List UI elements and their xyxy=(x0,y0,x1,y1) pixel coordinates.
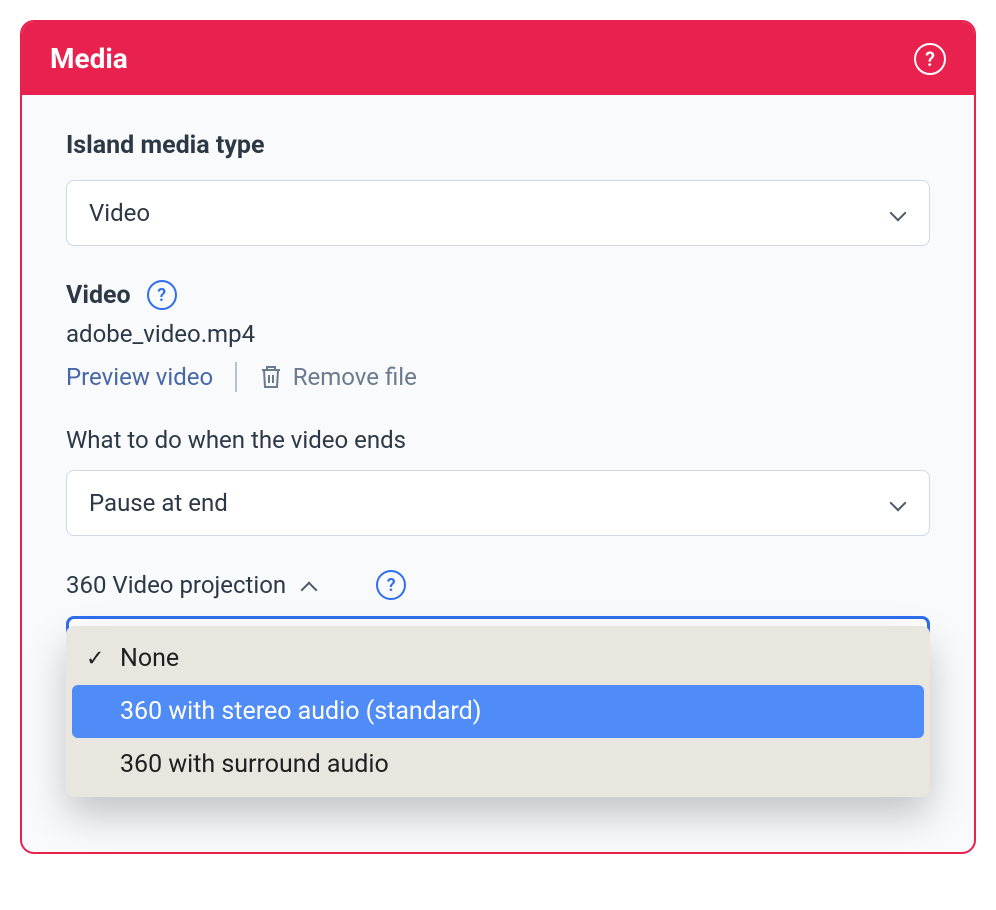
projection-dropdown: None 360 with stereo audio (standard) 36… xyxy=(66,626,930,797)
help-icon[interactable]: ? xyxy=(914,43,946,75)
media-type-label: Island media type xyxy=(66,131,930,160)
video-filename: adobe_video.mp4 xyxy=(66,320,930,348)
on-end-select[interactable]: Pause at end xyxy=(66,470,930,536)
video-actions: Preview video Remove file xyxy=(66,362,930,392)
video-heading-row: Video ? xyxy=(66,280,930,310)
preview-video-link[interactable]: Preview video xyxy=(66,363,213,391)
remove-file-label: Remove file xyxy=(293,363,417,391)
projection-select-area: None 360 with stereo audio (standard) 36… xyxy=(66,616,930,796)
panel-title: Media xyxy=(50,42,128,75)
chevron-down-icon xyxy=(889,494,907,512)
media-type-value: Video xyxy=(89,199,150,227)
on-end-label: What to do when the video ends xyxy=(66,426,930,454)
projection-help-icon[interactable]: ? xyxy=(376,570,406,600)
video-help-icon[interactable]: ? xyxy=(147,280,177,310)
video-heading: Video xyxy=(66,281,131,310)
trash-icon xyxy=(259,364,283,390)
divider xyxy=(235,362,237,392)
projection-option-none[interactable]: None xyxy=(66,632,930,685)
panel-body: Island media type Video Video ? adobe_vi… xyxy=(22,95,974,852)
media-panel: Media ? Island media type Video Video ? … xyxy=(20,20,976,854)
on-end-value: Pause at end xyxy=(89,489,228,517)
projection-option-surround[interactable]: 360 with surround audio xyxy=(66,738,930,791)
media-type-select[interactable]: Video xyxy=(66,180,930,246)
remove-file-button[interactable]: Remove file xyxy=(259,363,417,391)
panel-header: Media ? xyxy=(22,22,974,95)
projection-label-row: 360 Video projection ? xyxy=(66,570,930,600)
chevron-up-icon xyxy=(300,576,318,594)
projection-label: 360 Video projection xyxy=(66,571,286,599)
help-glyph: ? xyxy=(925,47,935,71)
chevron-down-icon xyxy=(889,204,907,222)
projection-option-stereo[interactable]: 360 with stereo audio (standard) xyxy=(72,685,924,738)
